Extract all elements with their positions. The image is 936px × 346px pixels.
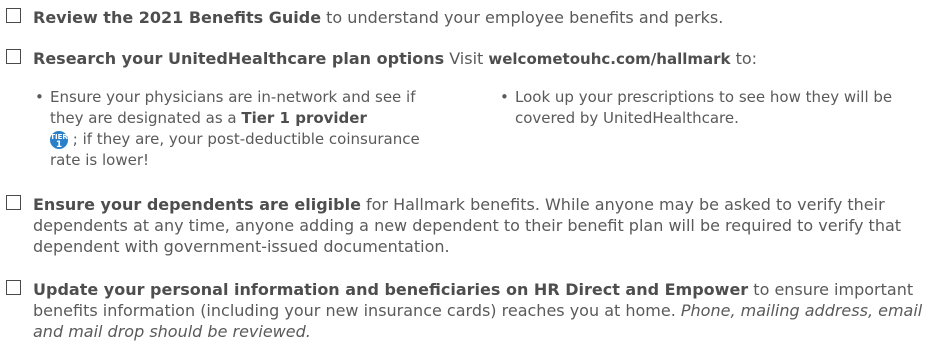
item-body: Visit <box>444 49 489 68</box>
item-heading: Research your UnitedHealthcare plan opti… <box>33 49 445 68</box>
checkbox[interactable] <box>6 280 21 295</box>
list-item: • Look up your prescriptions to see how … <box>500 87 900 129</box>
bullet-text: ; if they are, your post-deductible coin… <box>50 130 420 169</box>
item-text: Update your personal information and ben… <box>6 279 930 342</box>
item-text: Ensure your dependents are eligible for … <box>6 194 930 257</box>
tier-1-provider-label: Tier 1 provider <box>241 109 367 127</box>
checkbox[interactable] <box>6 49 21 64</box>
item-text: Research your UnitedHealthcare plan opti… <box>6 48 930 70</box>
bullet-text: Look up your prescriptions to see how th… <box>515 88 893 127</box>
checklist-item-benefits-guide: Review the 2021 Benefits Guide to unders… <box>6 7 930 28</box>
tier-1-icon: TIER 1 <box>50 131 68 150</box>
website-link[interactable]: welcometouhc.com/hallmark <box>488 50 730 68</box>
item-body: to understand your employee benefits and… <box>321 8 724 27</box>
item-heading: Review the 2021 Benefits Guide <box>33 8 322 27</box>
bullet-dot: • <box>500 88 509 106</box>
item-body: to: <box>730 49 758 68</box>
list-item: • Ensure your physicians are in-network … <box>35 87 445 171</box>
item-text: Review the 2021 Benefits Guide to unders… <box>6 7 930 28</box>
checkbox[interactable] <box>6 8 21 23</box>
checklist-item-dependents: Ensure your dependents are eligible for … <box>6 194 930 257</box>
checklist-item-uhc-plan: Research your UnitedHealthcare plan opti… <box>6 48 930 70</box>
bullet-dot: • <box>35 88 44 106</box>
item-heading: Ensure your dependents are eligible <box>33 195 361 214</box>
checkbox[interactable] <box>6 195 21 210</box>
item-heading: Update your personal information and ben… <box>33 280 749 299</box>
checklist-item-personal-info: Update your personal information and ben… <box>6 279 930 342</box>
